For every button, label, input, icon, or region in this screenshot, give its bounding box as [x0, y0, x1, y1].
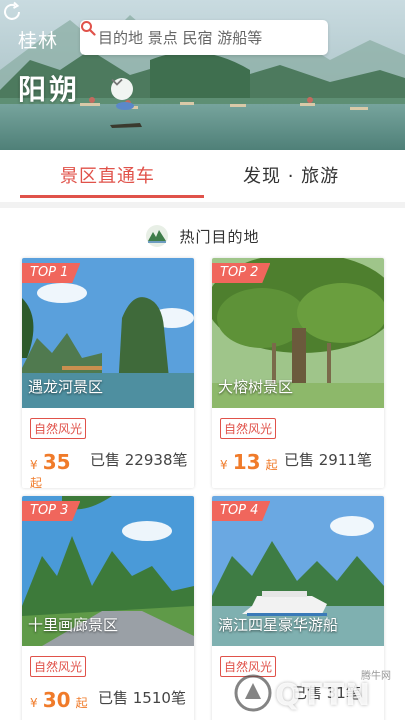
search-icon [81, 21, 96, 36]
destination-name: 漓江四星豪华游船 [218, 616, 339, 634]
tab-scenic-shuttle[interactable]: 景区直通车 [60, 162, 155, 188]
category-tag: 自然风光 [30, 418, 87, 439]
destination-name: 大榕树景区 [218, 378, 294, 396]
rank-badge: TOP 1 [22, 263, 81, 283]
search-bar[interactable]: 目的地 景点 民宿 游船等 [80, 20, 328, 55]
tab-bar: 景区直通车 发现 · 旅游 [0, 150, 405, 202]
region-dropdown-button[interactable] [111, 78, 133, 100]
section-title: 热门目的地 [179, 227, 260, 246]
rank-badge: TOP 3 [22, 501, 81, 521]
watermark: QTTN 腾牛网 [225, 665, 405, 720]
price: ¥ 30 起 [30, 688, 88, 712]
mountain-icon [146, 225, 169, 247]
category-tag: 自然风光 [30, 656, 87, 677]
city-selector[interactable]: 桂林 [18, 26, 58, 53]
hero-banner: 桂林 目的地 景点 民宿 游船等 阳朔 [0, 0, 405, 150]
currency-symbol: ¥ [30, 696, 38, 710]
category-tag: 自然风光 [220, 418, 277, 439]
price-value: 13 [232, 450, 261, 474]
watermark-logo-icon [234, 674, 272, 712]
destination-card[interactable]: TOP 2 大榕树景区 自然风光 ¥ 13 起 已售 2911笔 [212, 258, 384, 488]
currency-symbol: ¥ [30, 458, 38, 472]
price-unit: 起 [265, 458, 278, 472]
price-unit: 起 [30, 476, 43, 488]
price-unit: 起 [75, 696, 88, 710]
chevron-down-icon [111, 78, 123, 86]
destination-card[interactable]: TOP 1 遇龙河景区 自然风光 ¥ 35 已售 22938笔 起 [22, 258, 194, 488]
refresh-icon[interactable] [0, 0, 24, 24]
region-title: 阳朔 [18, 73, 81, 106]
destination-photo: TOP 3 十里画廊景区 [22, 496, 194, 646]
destination-name: 十里画廊景区 [28, 616, 119, 634]
watermark-site: 腾牛网 [361, 671, 391, 682]
destination-photo: TOP 1 遇龙河景区 [22, 258, 194, 408]
rank-badge: TOP 2 [212, 263, 271, 283]
tab-discover-travel[interactable]: 发现 · 旅游 [243, 162, 339, 188]
destination-card[interactable]: TOP 3 十里画廊景区 自然风光 ¥ 30 起 已售 1510笔 [22, 496, 194, 720]
section-header: 热门目的地 [0, 223, 405, 249]
price: ¥ 13 起 [220, 450, 278, 474]
sold-count: 已售 2911笔 [284, 451, 372, 469]
currency-symbol: ¥ [220, 458, 228, 472]
price: ¥ 35 [30, 450, 71, 474]
destination-photo: TOP 2 大榕树景区 [212, 258, 384, 408]
price-value: 35 [42, 450, 71, 474]
price-value: 30 [42, 688, 71, 712]
active-tab-indicator [20, 195, 204, 198]
sold-count: 已售 1510笔 [98, 689, 186, 707]
watermark-text: QTTN [275, 678, 372, 713]
destination-name: 遇龙河景区 [28, 378, 104, 396]
sold-count: 已售 22938笔 [90, 451, 188, 469]
destination-photo: TOP 4 漓江四星豪华游船 [212, 496, 384, 646]
rank-badge: TOP 4 [212, 501, 271, 521]
search-placeholder: 目的地 景点 民宿 游船等 [98, 29, 263, 47]
